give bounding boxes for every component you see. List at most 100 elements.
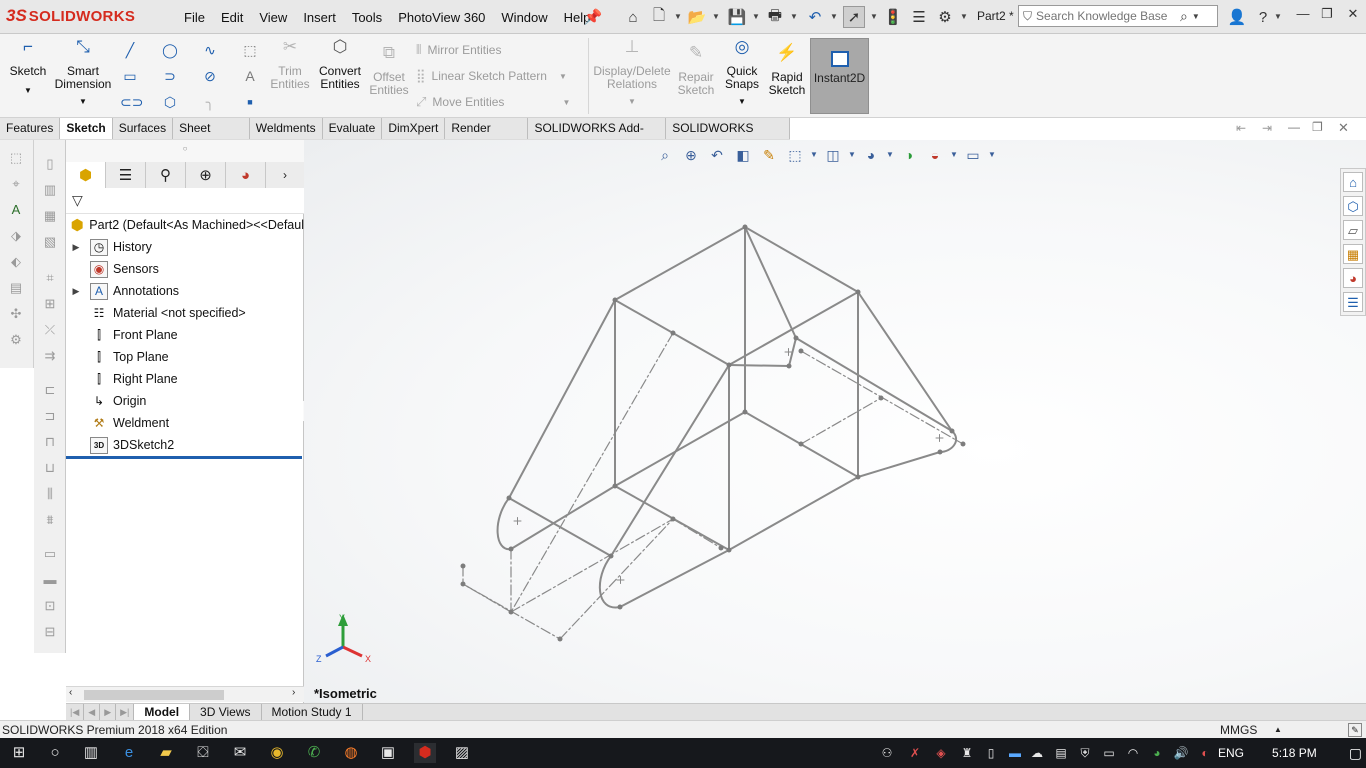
strip-tool-icon[interactable]: ⤫ <box>40 320 60 340</box>
units-selector[interactable]: MMGS <box>1220 721 1257 739</box>
strip-tool-icon[interactable]: ▤ <box>6 278 26 298</box>
sketch-dropdown-icon[interactable]: ▼ <box>8 84 48 97</box>
strip-tool-icon[interactable]: ⌖ <box>6 174 26 194</box>
tray-app-icon[interactable]: ▭ <box>1098 743 1120 763</box>
view-orientation-icon[interactable]: ⬚ <box>784 145 806 165</box>
construction-line[interactable] <box>800 397 882 445</box>
language-indicator[interactable]: ENG <box>1218 746 1244 760</box>
display-style-dropdown-icon[interactable]: ▼ <box>848 145 856 165</box>
strip-tool-icon[interactable]: ▯ <box>40 154 60 174</box>
tray-app-icon[interactable]: ◈ <box>930 743 952 763</box>
firefox-icon[interactable]: ◍ <box>340 743 362 763</box>
spline-icon[interactable]: ∿ <box>200 40 220 60</box>
solidworks-resources-icon[interactable]: ⌂ <box>1343 172 1363 192</box>
display-delete-relations-button[interactable]: ⊥ Display/Delete Relations ▼ <box>592 38 672 108</box>
new-dropdown-icon[interactable]: ▼ <box>674 12 682 21</box>
slot-straight-icon[interactable]: ⊂⊃ <box>120 92 143 112</box>
sketch-point[interactable] <box>557 636 563 642</box>
sketch-line[interactable] <box>614 411 746 487</box>
strip-tool-icon[interactable]: ▥ <box>40 180 60 200</box>
whatsapp-icon[interactable]: ✆ <box>303 743 325 763</box>
sketch-line[interactable] <box>728 476 859 551</box>
tray-app-icon[interactable]: ◕ <box>1146 743 1168 763</box>
doc-minimize-icon[interactable]: — <box>1288 120 1300 134</box>
tab-motion-study[interactable]: Motion Study 1 <box>262 704 363 720</box>
rapid-sketch-button[interactable]: ⚡ Rapid Sketch <box>766 44 808 97</box>
scroll-right-icon[interactable]: › <box>292 687 295 698</box>
move-dropdown-icon[interactable]: ▼ <box>562 98 570 107</box>
tray-app-icon[interactable]: ♜ <box>956 743 978 763</box>
view-orientation-dropdown-icon[interactable]: ▼ <box>810 145 818 165</box>
edge-browser-icon[interactable]: e <box>118 743 140 763</box>
polygon-icon[interactable]: ⬡ <box>160 92 180 112</box>
tree-item-sensors[interactable]: ◉ Sensors <box>66 258 304 280</box>
sketch-point[interactable] <box>798 348 804 354</box>
sketch-point[interactable] <box>460 563 466 569</box>
construction-line[interactable] <box>672 518 722 549</box>
quick-snaps-dropdown-icon[interactable]: ▼ <box>722 95 762 108</box>
tab-dimxpert[interactable]: DimXpert <box>382 118 446 139</box>
strip-tool-icon[interactable]: ⊐ <box>40 406 60 426</box>
smart-dimension-button[interactable]: ⤡ Smart Dimension ▼ <box>52 38 114 108</box>
new-document-icon[interactable]: 🗋 <box>648 6 670 28</box>
select-dropdown-icon[interactable]: ▼ <box>870 12 878 21</box>
section-view-icon[interactable]: ◧ <box>732 145 754 165</box>
sketch-point[interactable] <box>508 609 514 615</box>
strip-tool-icon[interactable]: ✣ <box>6 304 26 324</box>
strip-tool-icon[interactable]: ⊏ <box>40 380 60 400</box>
tab-sheet-metal[interactable]: Sheet Metal <box>173 118 250 156</box>
circle-icon[interactable]: ◯ <box>160 40 180 60</box>
tree-item-annotations[interactable]: ▶ A Annotations <box>66 280 304 302</box>
sketch-point[interactable] <box>608 553 614 559</box>
tray-app-icon[interactable]: ▤ <box>1050 743 1072 763</box>
volume-icon[interactable]: 🔊 <box>1170 743 1192 763</box>
rollback-bar[interactable] <box>66 456 302 459</box>
restore-icon[interactable]: ❐ <box>1316 6 1338 26</box>
offset-entities-button[interactable]: ⧉ Offset Entities <box>368 44 410 97</box>
rectangle-icon[interactable]: ▭ <box>120 66 140 86</box>
store-icon[interactable]: ⛋ <box>192 743 214 763</box>
sketch-point[interactable] <box>855 474 861 480</box>
tab-features[interactable]: Features <box>0 118 61 139</box>
scroll-thumb[interactable] <box>84 690 224 700</box>
sketch-point[interactable] <box>793 335 799 341</box>
strip-tool-icon[interactable]: ⬖ <box>6 252 26 272</box>
featuremanager-tab-icon[interactable]: ⬢ <box>66 162 106 188</box>
sketch-line[interactable] <box>728 291 859 366</box>
tree-filter[interactable]: ▽ <box>66 188 304 214</box>
strip-tool-icon[interactable]: ⫼ <box>40 484 60 504</box>
pin-icon[interactable]: 📌 <box>582 6 604 28</box>
home-icon[interactable]: ⌂ <box>622 6 644 28</box>
mail-icon[interactable]: ✉ <box>229 743 251 763</box>
tree-item-material[interactable]: ☷ Material <not specified> <box>66 302 304 324</box>
print-dropdown-icon[interactable]: ▼ <box>790 12 798 21</box>
chrome-icon[interactable]: ◉ <box>266 743 288 763</box>
strip-tool-icon[interactable]: ⇉ <box>40 346 60 366</box>
sketch-point[interactable] <box>617 604 623 610</box>
menu-file[interactable]: File <box>176 10 213 25</box>
strip-tool-icon[interactable]: ⬗ <box>6 226 26 246</box>
view-settings-icon[interactable]: ▭ <box>962 145 984 165</box>
menu-edit[interactable]: Edit <box>213 10 251 25</box>
sketch-line[interactable] <box>728 364 790 367</box>
strip-tool-icon[interactable]: ⊔ <box>40 458 60 478</box>
close-icon[interactable]: ✕ <box>1342 6 1364 26</box>
sketch-point[interactable] <box>949 428 955 434</box>
desktop-app-icon[interactable]: ▣ <box>377 743 399 763</box>
strip-tool-icon[interactable]: ▬ <box>40 570 60 590</box>
search-icon[interactable]: ⌕ <box>1180 8 1188 25</box>
sketch-point[interactable] <box>855 289 861 295</box>
tile-right-icon[interactable]: ⇥ <box>1262 121 1272 135</box>
tab-scroll-next-icon[interactable]: ▶ <box>100 704 117 720</box>
point-icon[interactable]: ■ <box>240 92 260 112</box>
tree-item-top-plane[interactable]: ⫿ Top Plane <box>66 346 304 368</box>
hide-show-dropdown-icon[interactable]: ▼ <box>886 145 894 165</box>
strip-tool-icon[interactable]: ⩩ <box>40 510 60 530</box>
sketch-arc[interactable] <box>598 555 621 609</box>
hide-show-items-icon[interactable]: ◕ <box>860 145 882 165</box>
instant2d-button[interactable]: Instant2D <box>810 38 869 114</box>
file-explorer-icon[interactable]: ▰ <box>155 743 177 763</box>
design-library-icon[interactable]: ⬡ <box>1343 196 1363 216</box>
view-palette-icon[interactable]: ▦ <box>1343 244 1363 264</box>
sketch-line[interactable] <box>744 226 797 339</box>
